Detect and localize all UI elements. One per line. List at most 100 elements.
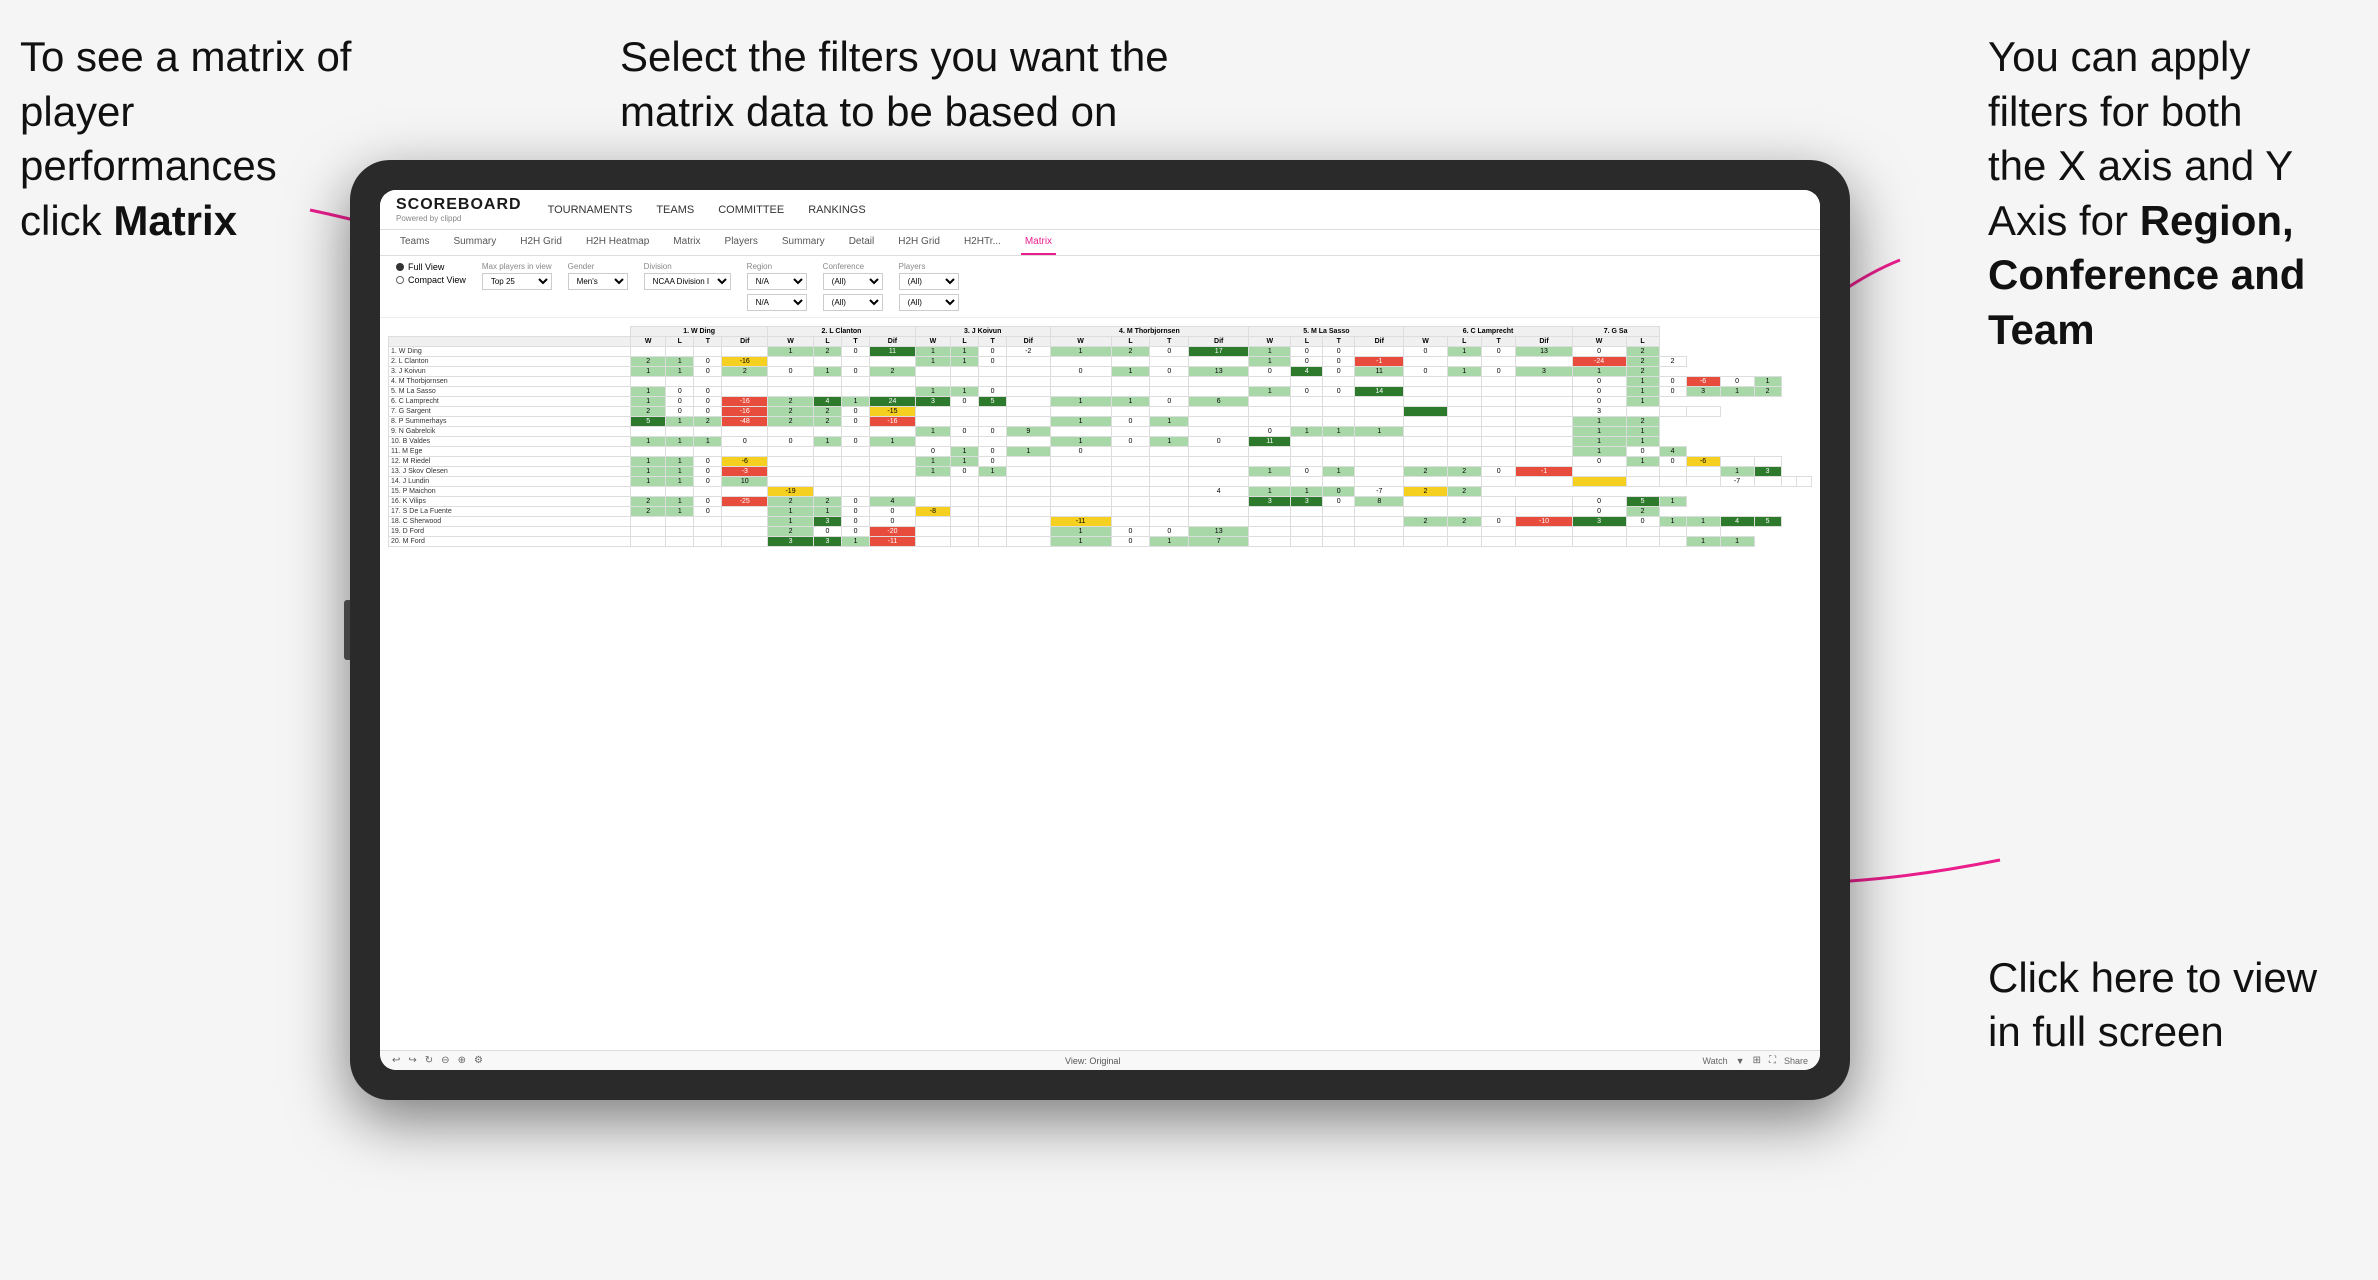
matrix-cell: 0 [666,407,694,417]
players-select[interactable]: (All) [899,273,959,290]
region-select2[interactable]: N/A [747,294,807,311]
matrix-cell [1447,407,1481,417]
matrix-cell: 0 [979,387,1007,397]
col6-t: T [1481,337,1515,347]
matrix-cell [842,447,870,457]
annotation-top-left: To see a matrix of player performances c… [20,30,380,248]
conference-select2[interactable]: (All) [823,294,883,311]
settings-icon[interactable]: ⚙ [474,1055,483,1066]
region-select[interactable]: N/A [747,273,807,290]
matrix-cell [842,357,870,367]
matrix-cell [1050,507,1111,517]
matrix-cell [1189,457,1249,467]
matrix-cell: 1 [631,367,666,377]
annotation-right-line5: Conference and [1988,251,2305,298]
matrix-cell [1150,447,1189,457]
subnav-summary2[interactable]: Summary [778,230,829,255]
nav-rankings[interactable]: RANKINGS [806,200,867,220]
matrix-cell [1355,417,1404,427]
subnav-matrix[interactable]: Matrix [669,230,704,255]
matrix-cell: 0 [1111,417,1150,427]
matrix-cell: 2 [1447,517,1481,527]
players-select2[interactable]: (All) [899,294,959,311]
matrix-cell [915,477,950,487]
subnav-h2h-grid2[interactable]: H2H Grid [894,230,944,255]
nav-tournaments[interactable]: TOURNAMENTS [546,200,635,220]
matrix-cell: 2 [1404,467,1447,477]
redo-icon[interactable]: ↪ [408,1055,416,1066]
subnav-summary[interactable]: Summary [449,230,500,255]
zoom-out-icon[interactable]: ⊖ [441,1055,449,1066]
matrix-cell [1447,497,1481,507]
matrix-cell [1355,377,1404,387]
matrix-cell [1447,457,1481,467]
matrix-cell [1007,377,1050,387]
matrix-cell: 0 [1249,427,1291,437]
matrix-cell [768,427,814,437]
subnav-detail[interactable]: Detail [845,230,879,255]
matrix-cell: 2 [1659,357,1686,367]
matrix-cell [1481,447,1515,457]
nav-teams[interactable]: TEAMS [654,200,696,220]
fullscreen-icon[interactable]: ⛶ [1769,1055,1776,1066]
share-label[interactable]: Share [1784,1056,1808,1066]
matrix-cell: 0 [915,447,950,457]
max-players-select[interactable]: Top 25 [482,273,552,290]
matrix-cell: 2 [768,527,814,537]
table-row: 7. G Sargent200-16220-153 [389,407,1812,417]
col-2-clanton: 2. L Clanton [768,327,916,337]
grid-icon[interactable]: ⊞ [1753,1055,1761,1066]
matrix-cell [842,377,870,387]
division-select[interactable]: NCAA Division I [644,273,731,290]
matrix-cell [1111,467,1150,477]
matrix-cell: 0 [870,507,916,517]
refresh-icon[interactable]: ↻ [425,1055,433,1066]
matrix-cell: 0 [950,467,978,477]
nav-committee[interactable]: COMMITTEE [716,200,786,220]
matrix-cell: 0 [1481,517,1515,527]
subnav-players[interactable]: Players [721,230,762,255]
zoom-in-icon[interactable]: ⊕ [458,1055,466,1066]
matrix-cell [915,497,950,507]
matrix-cell [1323,377,1355,387]
matrix-cell [1150,357,1189,367]
matrix-cell [1291,477,1323,487]
matrix-cell: -3 [722,467,768,477]
player-name-cell: 19. D Ford [389,527,631,537]
subnav-h2htr[interactable]: H2HTr... [960,230,1005,255]
matrix-cell: 0 [1572,347,1626,357]
gender-select[interactable]: Men's [568,273,628,290]
subnav-h2h-heatmap[interactable]: H2H Heatmap [582,230,653,255]
annotation-right-line2: filters for both [1988,88,2242,135]
col1-l: L [666,337,694,347]
matrix-cell: 4 [1189,487,1249,497]
matrix-cell: 0 [813,527,841,537]
matrix-cell [1249,377,1291,387]
conference-select[interactable]: (All) [823,273,883,290]
matrix-cell [950,507,978,517]
matrix-cell [722,377,768,387]
matrix-cell [1150,377,1189,387]
compact-view-radio[interactable]: Compact View [396,275,466,285]
subnav-matrix-active[interactable]: Matrix [1021,230,1056,255]
row-header-placeholder [389,337,631,347]
matrix-cell: 2 [1626,417,1659,427]
matrix-cell: 1 [1050,527,1111,537]
matrix-cell [1007,437,1050,447]
subnav-h2h-grid[interactable]: H2H Grid [516,230,566,255]
undo-icon[interactable]: ↩ [392,1055,400,1066]
matrix-cell: 1 [915,457,950,467]
watch-label[interactable]: Watch [1702,1056,1727,1066]
matrix-cell: 2 [768,417,814,427]
full-view-radio[interactable]: Full View [396,262,466,272]
matrix-cell: -6 [1686,457,1720,467]
matrix-cell [1355,477,1404,487]
matrix-cell: 3 [1754,467,1781,477]
matrix-cell: 2 [1626,367,1659,377]
matrix-cell: 0 [842,347,870,357]
matrix-cell [950,417,978,427]
annotation-center-line2: matrix data to be based on [620,88,1117,135]
matrix-cell: 1 [1050,397,1111,407]
matrix-cell: 1 [1050,347,1111,357]
subnav-teams[interactable]: Teams [396,230,433,255]
